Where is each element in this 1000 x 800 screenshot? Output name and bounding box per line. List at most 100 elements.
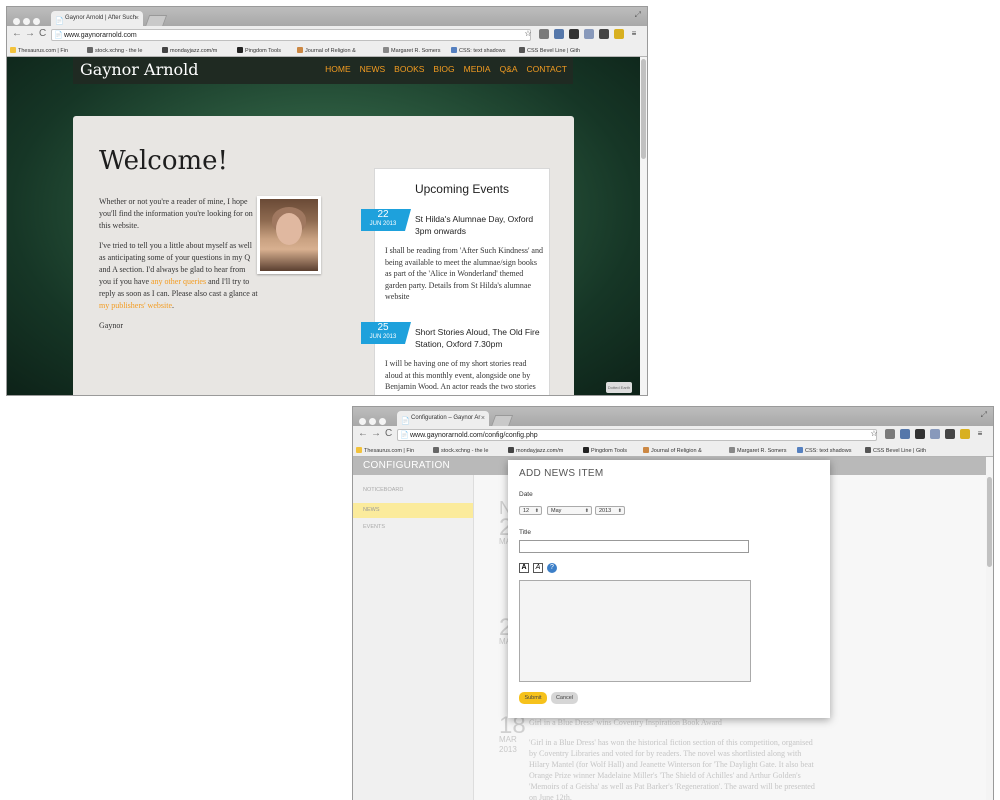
extension-icon[interactable] — [554, 29, 564, 39]
browser-tab[interactable]: 📄 Gaynor Arnold | After Such × — [51, 11, 143, 26]
browser-toolbar: ← → C 📄 www.gaynorarnold.com/config/conf… — [353, 426, 993, 445]
config-page: CONFIGURATION NOTICEBOARD NEWS EVENTS N … — [353, 457, 986, 800]
bookmark-star-icon[interactable]: ☆ — [869, 429, 879, 439]
title-input[interactable] — [519, 540, 749, 553]
zoom-window-dot[interactable] — [379, 418, 386, 425]
extension-icon[interactable] — [915, 429, 925, 439]
nav-contact[interactable]: CONTACT — [527, 64, 567, 74]
close-tab-icon[interactable]: × — [135, 11, 139, 26]
bookmark-item[interactable]: CSS Bevel Line | Gith — [865, 447, 926, 454]
year-select[interactable]: 2013 — [595, 506, 625, 516]
extension-icon[interactable] — [539, 29, 549, 39]
bookmark-item[interactable]: stock.xchng - the le — [87, 47, 142, 54]
bookmark-item[interactable]: mondayjazz.com/m — [508, 447, 563, 454]
extension-icon[interactable] — [930, 429, 940, 439]
bookmark-item[interactable]: Pingdom Tools — [583, 447, 627, 454]
menu-icon[interactable]: ≡ — [975, 429, 985, 439]
sidebar-item-news[interactable]: NEWS — [353, 503, 473, 518]
bookmark-star-icon[interactable]: ☆ — [523, 29, 533, 39]
bookmark-item[interactable]: Margaret R. Somers — [383, 47, 441, 54]
fullscreen-icon[interactable]: ⤢ — [635, 10, 641, 20]
help-icon[interactable]: ? — [547, 563, 557, 573]
site-logo[interactable]: Gaynor Arnold — [80, 60, 199, 79]
extension-icon[interactable] — [569, 29, 579, 39]
bookmark-item[interactable]: Thesaurus.com | Fin — [10, 47, 68, 54]
nav-qa[interactable]: Q&A — [500, 64, 518, 74]
reload-icon[interactable]: C — [385, 428, 392, 439]
menu-icon[interactable]: ≡ — [629, 29, 639, 39]
reload-icon[interactable]: C — [39, 28, 46, 39]
event-title[interactable]: St Hilda's Alumnae Day, Oxford 3pm onwar… — [415, 213, 543, 237]
fullscreen-icon[interactable]: ⤢ — [981, 410, 987, 420]
publishers-link[interactable]: my publishers' website — [99, 301, 172, 310]
queries-link[interactable]: any other queries — [151, 277, 206, 286]
month-select[interactable]: May — [547, 506, 592, 516]
bookmark-item[interactable]: CSS: text shadows — [451, 47, 505, 54]
browser-window-config: 📄 Configuration – Gaynor Ar × ⤢ ← → C 📄 … — [353, 407, 993, 800]
page-icon: 📄 — [400, 432, 409, 439]
scrollbar[interactable] — [986, 457, 993, 800]
site-header: Gaynor Arnold HOME NEWS BOOKS BIOG MEDIA Q&A C… — [73, 57, 573, 84]
nav-biog[interactable]: BIOG — [433, 64, 454, 74]
sidebar-item-events[interactable]: EVENTS — [353, 520, 473, 535]
extension-icon[interactable] — [614, 29, 624, 39]
bookmark-item[interactable]: CSS: text shadows — [797, 447, 851, 454]
bookmark-item[interactable]: Thesaurus.com | Fin — [356, 447, 414, 454]
news-day: 18 — [499, 712, 526, 739]
bookmarks-bar: Thesaurus.com | Fin stock.xchng - the le… — [353, 445, 993, 457]
italic-button[interactable]: A — [533, 563, 543, 573]
bookmark-item[interactable]: Journal of Religion & — [297, 47, 356, 54]
tab-title: Gaynor Arnold | After Such — [65, 15, 136, 21]
address-bar[interactable]: 📄 www.gaynorarnold.com — [51, 29, 531, 41]
author-photo — [257, 196, 321, 274]
config-sidebar: NOTICEBOARD NEWS EVENTS — [353, 475, 474, 800]
signature: Gaynor — [99, 321, 123, 330]
sidebar-item-noticeboard[interactable]: NOTICEBOARD — [353, 483, 473, 498]
bookmark-item[interactable]: Pingdom Tools — [237, 47, 281, 54]
close-window-dot[interactable] — [13, 18, 20, 25]
bookmark-item[interactable]: CSS Bevel Line | Gith — [519, 47, 580, 54]
browser-tab[interactable]: 📄 Configuration – Gaynor Ar × — [397, 411, 489, 426]
event-description: I shall be reading from 'After Such Kind… — [385, 246, 543, 301]
back-icon[interactable]: ← — [358, 428, 368, 439]
scrollbar[interactable] — [640, 57, 647, 395]
nav-media[interactable]: MEDIA — [464, 64, 491, 74]
news-year: 2013 — [499, 745, 517, 754]
day-select[interactable]: 12 — [519, 506, 542, 516]
event-title[interactable]: Short Stories Aloud, The Old Fire Statio… — [415, 326, 543, 350]
extension-icon[interactable] — [900, 429, 910, 439]
nav-news[interactable]: NEWS — [360, 64, 386, 74]
bold-button[interactable]: A — [519, 563, 529, 573]
extension-icon[interactable] — [960, 429, 970, 439]
corner-badge[interactable]: Dotted Earth — [606, 382, 632, 393]
event-date-badge: 25 JUN 2013 — [361, 322, 411, 344]
body-textarea[interactable] — [519, 580, 751, 682]
nav-home[interactable]: HOME — [325, 64, 351, 74]
forward-icon[interactable]: → — [25, 28, 35, 39]
zoom-window-dot[interactable] — [33, 18, 40, 25]
bookmark-item[interactable]: stock.xchng - the le — [433, 447, 488, 454]
minimize-window-dot[interactable] — [23, 18, 30, 25]
close-window-dot[interactable] — [359, 418, 366, 425]
minimize-window-dot[interactable] — [369, 418, 376, 425]
nav-books[interactable]: BOOKS — [394, 64, 424, 74]
tab-bar: 📄 Configuration – Gaynor Ar × ⤢ — [353, 407, 993, 427]
back-icon[interactable]: ← — [12, 28, 22, 39]
submit-button[interactable]: Submit — [519, 692, 547, 704]
intro-paragraph: I've tried to tell you a little about my… — [99, 241, 258, 310]
extension-icon[interactable] — [885, 429, 895, 439]
cancel-button[interactable]: Cancel — [551, 692, 578, 704]
close-tab-icon[interactable]: × — [481, 411, 485, 426]
extension-icon[interactable] — [599, 29, 609, 39]
bookmark-item[interactable]: Journal of Religion & — [643, 447, 702, 454]
forward-icon[interactable]: → — [371, 428, 381, 439]
bookmark-item[interactable]: mondayjazz.com/m — [162, 47, 217, 54]
event-date-badge: 22 JUN 2013 — [361, 209, 411, 231]
extension-icon[interactable] — [945, 429, 955, 439]
tab-title: Configuration – Gaynor Ar — [411, 415, 481, 421]
event-description: I will be having one of my short stories… — [385, 359, 536, 395]
extension-icon[interactable] — [584, 29, 594, 39]
events-title: Upcoming Events — [414, 182, 510, 196]
bookmark-item[interactable]: Margaret R. Somers — [729, 447, 787, 454]
address-bar[interactable]: 📄 www.gaynorarnold.com/config/config.php — [397, 429, 877, 441]
